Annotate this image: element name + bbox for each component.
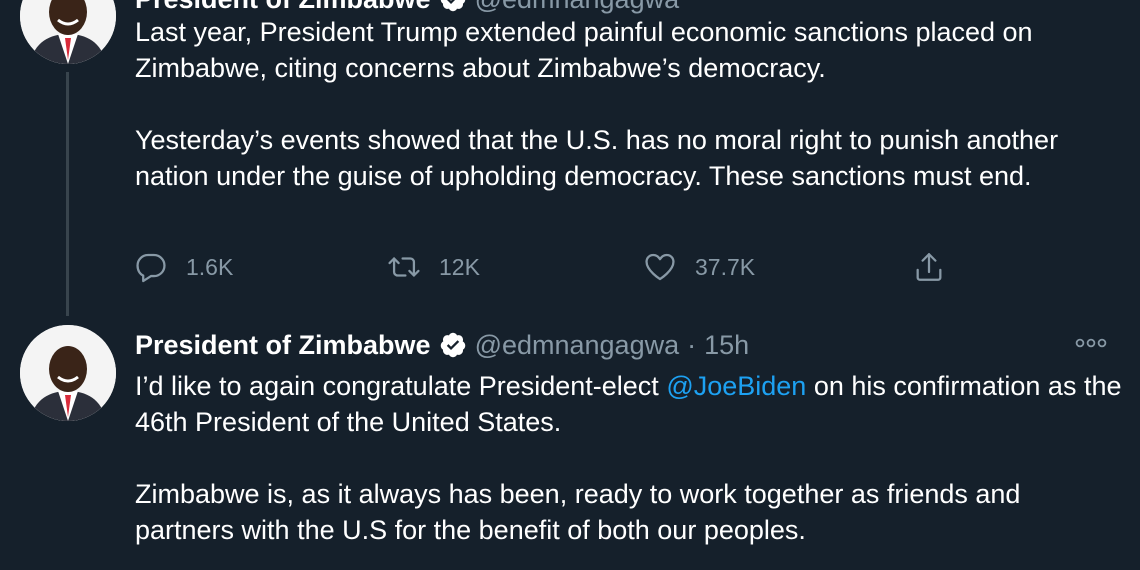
retweet-icon	[388, 257, 420, 277]
avatar-top[interactable]	[20, 0, 116, 64]
tweet-bottom-body: I’d like to again congratulate President…	[135, 368, 1125, 548]
retweet-count: 12K	[439, 253, 480, 280]
verified-badge-icon	[440, 332, 465, 358]
share-icon	[916, 253, 942, 281]
like-icon	[645, 253, 675, 281]
share-button[interactable]	[912, 250, 964, 284]
tweet-bottom-paragraph-1: I’d like to again congratulate President…	[135, 368, 1125, 440]
tweet-top-paragraph-2: Yesterday’s events showed that the U.S. …	[135, 125, 1059, 191]
header-separator: ·	[687, 330, 697, 360]
tweet-bottom-header: President of Zimbabwe @edmnangagwa · 15h	[135, 328, 749, 362]
reply-count: 1.6K	[186, 253, 234, 280]
avatar-portrait-image	[20, 325, 116, 421]
avatar-bottom[interactable]	[20, 325, 116, 421]
reply-icon	[136, 253, 166, 283]
tweet-actions-bar: 1.6K 12K 37.7K	[134, 250, 954, 290]
author-handle[interactable]: @edmnangagwa	[475, 328, 680, 362]
verified-badge-icon	[440, 0, 465, 12]
tweet-bottom-paragraph-2: Zimbabwe is, as it always has been, read…	[135, 479, 1021, 545]
retweet-button[interactable]: 12K	[387, 250, 480, 284]
reply-button[interactable]: 1.6K	[134, 250, 233, 284]
author-name[interactable]: President of Zimbabwe	[135, 328, 431, 362]
tweet-top-paragraph-1: Last year, President Trump extended pain…	[135, 17, 1033, 83]
like-count: 37.7K	[695, 253, 756, 280]
avatar-portrait-image	[20, 0, 116, 64]
thread-connector-line	[66, 72, 69, 316]
tweet-timestamp[interactable]: 15h	[704, 328, 749, 362]
tweet-text-segment: I’d like to again congratulate President…	[135, 371, 667, 401]
tweet-top-body: Last year, President Trump extended pain…	[135, 14, 1125, 194]
more-options-icon[interactable]	[1074, 333, 1108, 353]
like-button[interactable]: 37.7K	[643, 250, 755, 284]
mention-link[interactable]: @JoeBiden	[666, 371, 806, 401]
